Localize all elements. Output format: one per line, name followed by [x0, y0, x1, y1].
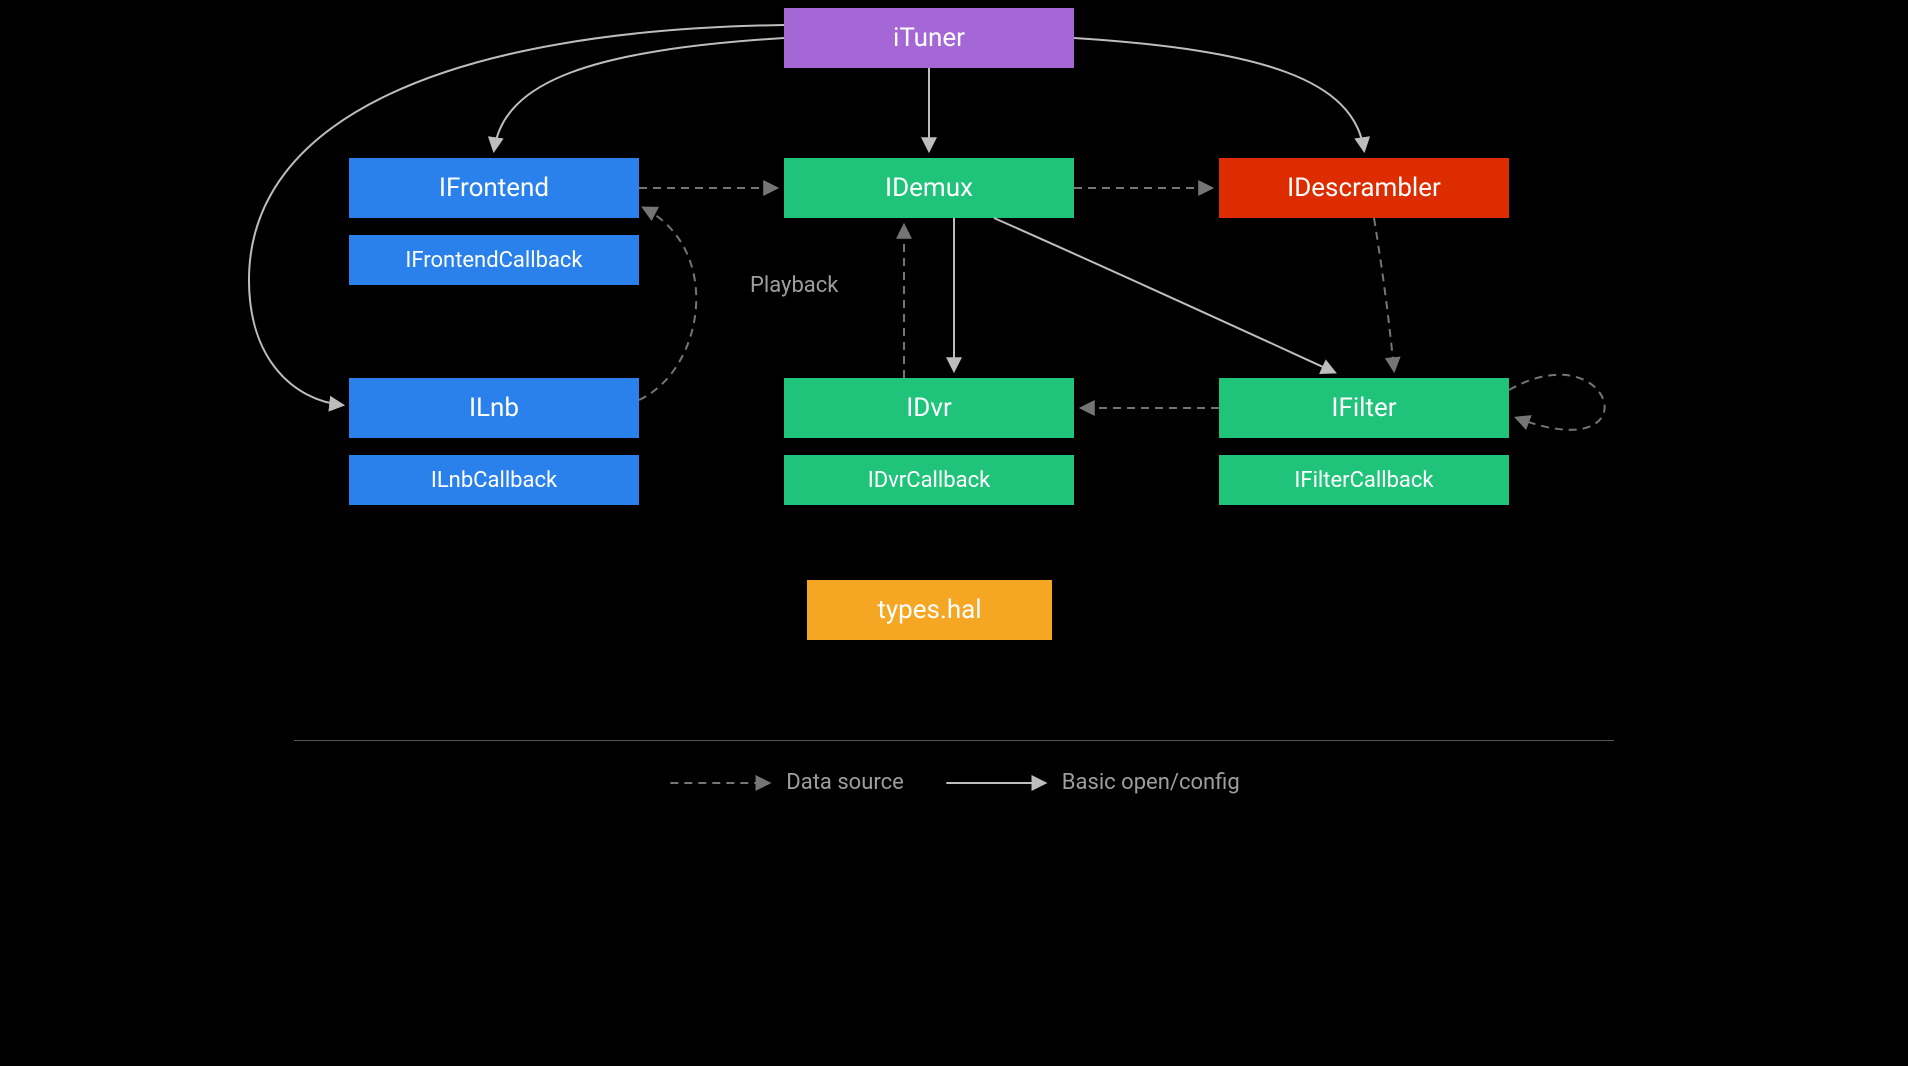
- legend-divider: [294, 740, 1614, 741]
- node-ifilter: IFilter: [1219, 378, 1509, 438]
- node-ilnbcallback: ILnbCallback: [349, 455, 639, 505]
- node-ifrontendcallback: IFrontendCallback: [349, 235, 639, 285]
- label-playback: Playback: [750, 273, 838, 298]
- legend-data-source-label: Data source: [786, 770, 904, 795]
- legend-item-basic: Basic open/config: [944, 770, 1240, 795]
- legend: Data source Basic open/config: [668, 770, 1239, 795]
- node-types: types.hal: [807, 580, 1052, 640]
- node-ituner: iTuner: [784, 8, 1074, 68]
- legend-dashed-arrow-icon: [668, 773, 778, 793]
- node-ifiltercallback: IFilterCallback: [1219, 455, 1509, 505]
- diagram-stage: iTuner IFrontend IFrontendCallback ILnb …: [194, 0, 1714, 830]
- node-idvr: IDvr: [784, 378, 1074, 438]
- node-idescrambler: IDescrambler: [1219, 158, 1509, 218]
- legend-basic-label: Basic open/config: [1062, 770, 1240, 795]
- legend-solid-arrow-icon: [944, 773, 1054, 793]
- node-ilnb: ILnb: [349, 378, 639, 438]
- node-idemux: IDemux: [784, 158, 1074, 218]
- node-ifrontend: IFrontend: [349, 158, 639, 218]
- node-idvrcallback: IDvrCallback: [784, 455, 1074, 505]
- legend-item-data-source: Data source: [668, 770, 904, 795]
